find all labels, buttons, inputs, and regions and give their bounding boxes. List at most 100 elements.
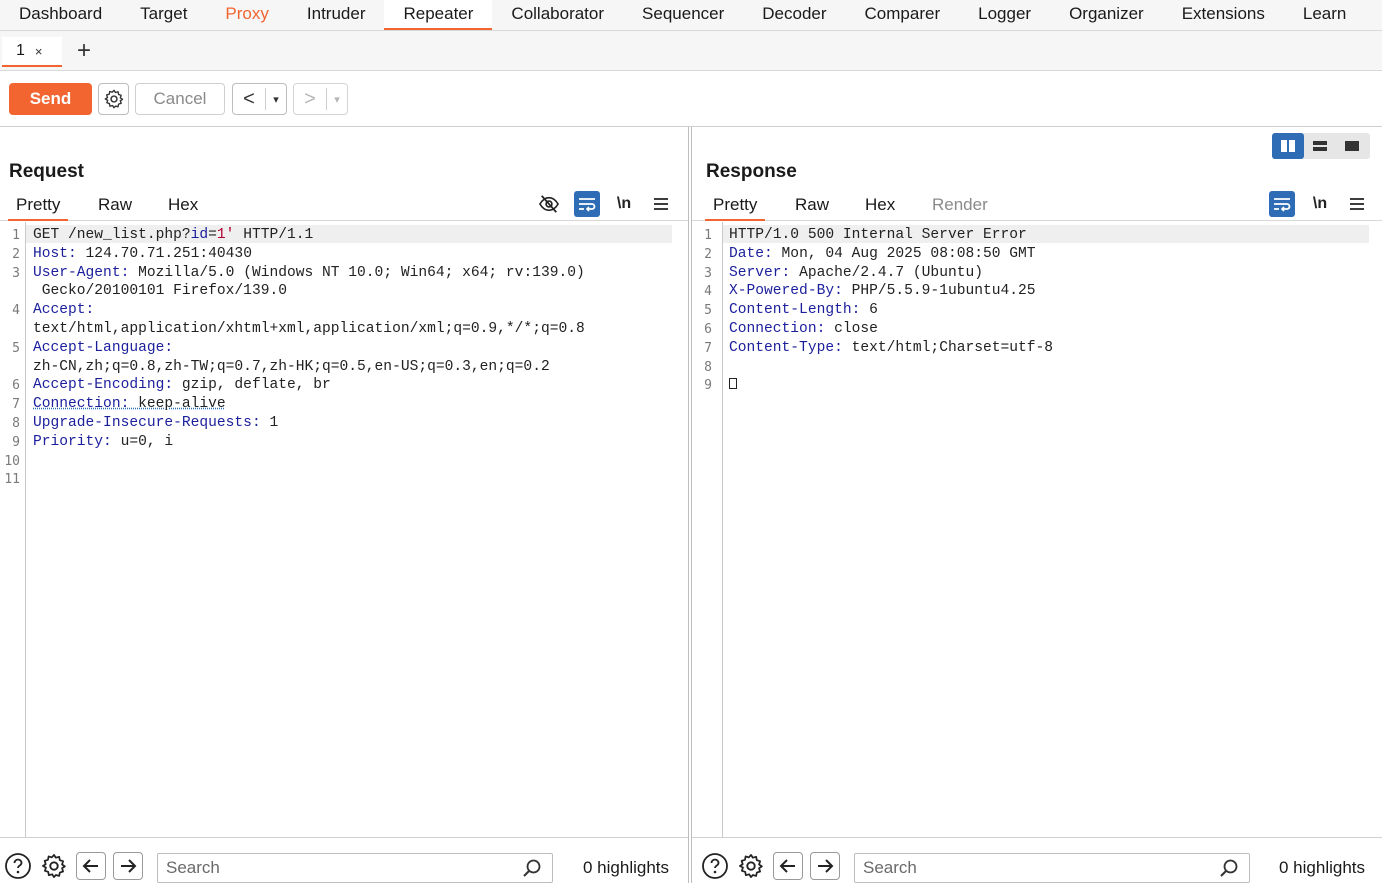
header-value: keep-alive (129, 396, 226, 413)
header-value: 6 (860, 302, 878, 319)
request-panel: Request Pretty Raw Hex \n 1 2 3 4 5 6 7 8 9 10 11 … (0, 127, 689, 883)
response-view-tabs: Pretty Raw Hex Render \n (692, 191, 1382, 221)
close-icon[interactable]: × (35, 44, 43, 59)
response-panel: Response Pretty Raw Hex Render \n 1 2 3 4 5 6… (691, 127, 1382, 883)
repeater-tab-1[interactable]: 1 × (2, 37, 62, 67)
line-number: 8 (704, 359, 712, 375)
gear-icon[interactable] (40, 852, 68, 880)
highlight-count: 0 highlights (583, 858, 670, 877)
code-line: Connection: close (729, 320, 878, 339)
nav-tab-decoder[interactable]: Decoder (743, 0, 845, 30)
code-line: User-Agent: Mozilla/5.0 (Windows NT 10.0… (33, 264, 585, 283)
cancel-button[interactable]: Cancel (135, 83, 225, 115)
header-value: Apache/2.4.7 (Ubuntu) (790, 264, 983, 281)
nav-tab-proxy[interactable]: Proxy (206, 0, 287, 30)
request-search-field[interactable] (157, 853, 553, 883)
header-value: PHP/5.5.9-1ubuntu4.25 (842, 283, 1036, 300)
tab-hex[interactable]: Hex (160, 193, 206, 221)
tab-raw[interactable]: Raw (90, 193, 140, 221)
line-number: 2 (12, 246, 20, 262)
gear-icon (104, 89, 123, 109)
line-number: 11 (4, 472, 20, 488)
previous-match-button[interactable] (76, 852, 106, 880)
nav-tab-sequencer[interactable]: Sequencer (623, 0, 743, 30)
search-icon (1220, 859, 1238, 877)
line-number: 4 (704, 284, 712, 300)
line-number: 7 (704, 340, 712, 356)
nav-tab-logger[interactable]: Logger (959, 0, 1050, 30)
nav-tab-dashboard[interactable]: Dashboard (0, 0, 121, 30)
header-name: Server: (729, 264, 791, 281)
chevron-right-icon: > (294, 88, 327, 110)
code-line: Connection: keep-alive (33, 395, 226, 414)
highlight-count: 0 highlights (1279, 858, 1366, 877)
side-by-side-layout-icon[interactable] (1272, 133, 1304, 159)
line-number: 2 (704, 246, 712, 262)
nav-tab-intruder[interactable]: Intruder (288, 0, 385, 30)
header-name: User-Agent: (33, 264, 130, 281)
chevron-left-icon: < (233, 88, 266, 110)
repeater-toolbar: Send Cancel < ▾ > ▾ (0, 71, 1382, 127)
response-editor[interactable]: 1 2 3 4 5 6 7 8 9 HTTP/1.0 500 Internal Server E… (692, 222, 1382, 837)
header-value: text/html;Charset=utf-8 (842, 339, 1054, 356)
nav-tab-comparer[interactable]: Comparer (846, 0, 960, 30)
layout-toggle (1272, 133, 1370, 159)
header-name: Connection: (33, 396, 130, 413)
gear-icon[interactable] (737, 852, 765, 880)
line-number: 9 (704, 378, 712, 394)
history-back-button[interactable]: < ▾ (232, 83, 287, 115)
newline-icon[interactable]: \n (1307, 191, 1333, 217)
wrap-lines-icon[interactable] (574, 191, 600, 217)
menu-icon[interactable] (1344, 191, 1370, 217)
nav-tab-collaborator[interactable]: Collaborator (492, 0, 623, 30)
nav-tab-learn[interactable]: Learn (1284, 0, 1365, 30)
line-number: 5 (12, 340, 20, 356)
previous-match-button[interactable] (773, 852, 803, 880)
arrow-left-icon (82, 859, 98, 873)
hide-eye-icon[interactable] (536, 191, 562, 217)
next-match-button[interactable] (810, 852, 840, 880)
help-icon[interactable] (701, 852, 729, 880)
dropdown-icon[interactable]: ▾ (266, 93, 286, 106)
tabbed-layout-icon[interactable] (1336, 133, 1368, 159)
dropdown-icon[interactable]: ▾ (327, 93, 347, 106)
header-value: gzip, deflate, br (173, 377, 331, 394)
request-editor[interactable]: 1 2 3 4 5 6 7 8 9 10 11 GET /new_list.php?id=1' HT… (0, 222, 688, 837)
header-value: 1 (260, 415, 279, 431)
send-button[interactable]: Send (9, 83, 92, 115)
newline-icon[interactable]: \n (611, 191, 637, 217)
header-name: Accept-Language: (33, 339, 174, 356)
next-match-button[interactable] (113, 852, 143, 880)
stacked-layout-icon[interactable] (1304, 133, 1336, 159)
header-name: Priority: (33, 433, 112, 450)
line-number-gutter: 1 2 3 4 5 6 7 8 9 10 11 (0, 222, 26, 837)
nav-tab-repeater[interactable]: Repeater (384, 0, 493, 30)
search-input[interactable] (863, 858, 1193, 878)
tab-render[interactable]: Render (924, 193, 996, 221)
wrap-lines-icon[interactable] (1269, 191, 1295, 217)
line-number: 10 (4, 453, 20, 469)
code-line: Accept-Language: (33, 339, 173, 358)
nav-tab-organizer[interactable]: Organizer (1050, 0, 1163, 30)
code-line: Upgrade-Insecure-Requests: 1 (33, 414, 278, 433)
tab-pretty[interactable]: Pretty (8, 193, 69, 221)
text: HTTP/1.0 500 Internal Server Error (729, 227, 1027, 243)
tab-pretty[interactable]: Pretty (705, 193, 766, 221)
body-line (729, 376, 737, 395)
search-input[interactable] (166, 858, 496, 878)
code-line: text/html,application/xhtml+xml,applicat… (33, 320, 585, 339)
header-value: Mon, 04 Aug 2025 08:08:50 GMT (772, 245, 1036, 262)
menu-icon[interactable] (648, 191, 674, 217)
main-nav: Dashboard Target Proxy Intruder Repeater Coll… (0, 0, 1382, 31)
help-icon[interactable] (4, 852, 32, 880)
response-search-field[interactable] (854, 853, 1250, 883)
nav-tab-extensions[interactable]: Extensions (1163, 0, 1284, 30)
line-number-gutter: 1 2 3 4 5 6 7 8 9 (692, 222, 723, 837)
nav-tab-target[interactable]: Target (121, 0, 206, 30)
history-forward-button[interactable]: > ▾ (293, 83, 348, 115)
tab-hex[interactable]: Hex (857, 193, 903, 221)
line-number: 9 (12, 434, 20, 450)
settings-button[interactable] (98, 83, 129, 115)
tab-raw[interactable]: Raw (787, 193, 837, 221)
add-tab-icon[interactable]: + (72, 38, 96, 66)
